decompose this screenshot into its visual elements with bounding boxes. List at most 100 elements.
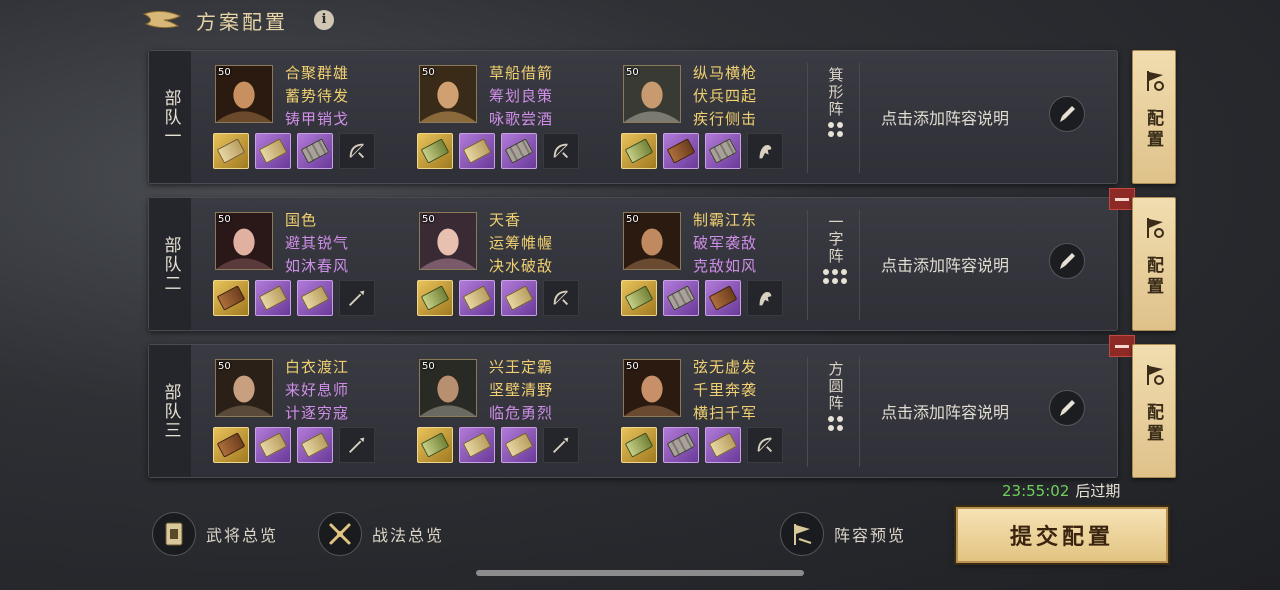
skill-name[interactable]: 弦无虚发: [693, 356, 757, 379]
tactic-book-slot[interactable]: [459, 280, 495, 316]
skill-name[interactable]: 千里奔袭: [693, 379, 757, 402]
config-label: 配置: [1143, 403, 1163, 445]
info-icon[interactable]: i: [314, 10, 334, 30]
squad-config-button[interactable]: 配置: [1132, 197, 1176, 331]
formation-dot: [823, 278, 829, 284]
edit-description-button[interactable]: [1049, 243, 1085, 279]
tactic-book-slot[interactable]: [459, 133, 495, 169]
tactic-book-slot[interactable]: [459, 427, 495, 463]
tactic-book-slot[interactable]: [255, 280, 291, 316]
skill-name[interactable]: 伏兵四起: [693, 85, 757, 108]
troop-type-slot[interactable]: [747, 427, 783, 463]
edit-description-button[interactable]: [1049, 96, 1085, 132]
scroll-icon: [258, 138, 288, 164]
skill-name[interactable]: 坚壁清野: [489, 379, 553, 402]
tactic-book-slot[interactable]: [621, 133, 657, 169]
tactics-overview-label: 战法总览: [372, 526, 445, 545]
flag-icon: [780, 512, 824, 556]
skill-name[interactable]: 避其锐气: [285, 232, 349, 255]
general-portrait[interactable]: 50: [419, 65, 477, 123]
tactic-book-slot[interactable]: [501, 280, 537, 316]
skill-name[interactable]: 兴王定霸: [489, 356, 553, 379]
skill-name[interactable]: 国色: [285, 209, 349, 232]
skill-name[interactable]: 来好息师: [285, 379, 349, 402]
tactic-book-slot[interactable]: [663, 133, 699, 169]
general-portrait[interactable]: 50: [215, 359, 273, 417]
troop-type-slot[interactable]: [747, 133, 783, 169]
tactic-book-slot[interactable]: [705, 280, 741, 316]
skill-name[interactable]: 制霸江东: [693, 209, 757, 232]
squad-config-button[interactable]: 配置: [1132, 344, 1176, 478]
tactic-book-slot[interactable]: [705, 427, 741, 463]
divider: [859, 63, 860, 173]
tactic-book-slot[interactable]: [213, 133, 249, 169]
equipment-row: [213, 280, 375, 316]
divider: [859, 210, 860, 320]
bow-icon: [757, 437, 773, 453]
tactic-book-slot[interactable]: [297, 427, 333, 463]
skill-name[interactable]: 运筹帷幄: [489, 232, 553, 255]
general-portrait[interactable]: 50: [623, 212, 681, 270]
tactic-book-slot[interactable]: [213, 427, 249, 463]
general-portrait[interactable]: 50: [215, 212, 273, 270]
skill-name[interactable]: 铸甲销戈: [285, 108, 349, 131]
general-portrait[interactable]: 50: [623, 359, 681, 417]
tactic-book-slot[interactable]: [501, 133, 537, 169]
tactic-book-slot[interactable]: [663, 280, 699, 316]
formation-dots-icon: [815, 269, 855, 284]
tactic-book-slot[interactable]: [663, 427, 699, 463]
tactic-book-slot[interactable]: [213, 280, 249, 316]
general-portrait[interactable]: 50: [215, 65, 273, 123]
skill-name[interactable]: 白衣渡江: [285, 356, 349, 379]
tactic-book-slot[interactable]: [621, 427, 657, 463]
skill-name[interactable]: 克敌如风: [693, 255, 757, 278]
edit-description-button[interactable]: [1049, 390, 1085, 426]
skill-name[interactable]: 计逐穷寇: [285, 402, 349, 425]
tactic-book-slot[interactable]: [417, 427, 453, 463]
lineup-preview-button[interactable]: 阵容预览: [780, 512, 906, 556]
lineup-description[interactable]: 点击添加阵容说明: [881, 252, 1009, 276]
skill-name[interactable]: 横扫千军: [693, 402, 757, 425]
tactic-book-slot[interactable]: [255, 427, 291, 463]
general-portrait[interactable]: 50: [623, 65, 681, 123]
lineup-description[interactable]: 点击添加阵容说明: [881, 399, 1009, 423]
formation-selector[interactable]: 方圆阵: [815, 361, 855, 431]
formation-selector[interactable]: 箕形阵: [815, 67, 855, 137]
general-portrait[interactable]: 50: [419, 212, 477, 270]
skill-name[interactable]: 临危勇烈: [489, 402, 553, 425]
skill-name[interactable]: 蓄势待发: [285, 85, 349, 108]
back-icon[interactable]: [142, 8, 186, 30]
page-title: 方案配置: [196, 10, 288, 34]
skill-name[interactable]: 决水破敌: [489, 255, 553, 278]
skill-name[interactable]: 咏歌尝酒: [489, 108, 553, 131]
submit-config-button[interactable]: 提交配置: [956, 507, 1168, 563]
tactic-book-slot[interactable]: [417, 280, 453, 316]
squad-config-button[interactable]: 配置: [1132, 50, 1176, 184]
skill-name[interactable]: 筹划良策: [489, 85, 553, 108]
skill-name[interactable]: 草船借箭: [489, 62, 553, 85]
lineup-preview-label: 阵容预览: [834, 526, 907, 545]
skill-name[interactable]: 疾行侧击: [693, 108, 757, 131]
general-portrait[interactable]: 50: [419, 359, 477, 417]
troop-type-slot[interactable]: [747, 280, 783, 316]
scroll-icon: [462, 138, 492, 164]
tactic-book-slot[interactable]: [297, 280, 333, 316]
skill-name[interactable]: 破军袭敌: [693, 232, 757, 255]
generals-overview-button[interactable]: 武将总览: [152, 512, 278, 556]
formation-selector[interactable]: 一字阵: [815, 214, 855, 284]
skill-name[interactable]: 纵马横枪: [693, 62, 757, 85]
tactic-book-slot[interactable]: [621, 280, 657, 316]
skill-name[interactable]: 合聚群雄: [285, 62, 349, 85]
skill-name[interactable]: 如沐春风: [285, 255, 349, 278]
skill-name[interactable]: 天香: [489, 209, 553, 232]
crossed-swords-icon: [318, 512, 362, 556]
lineup-description[interactable]: 点击添加阵容说明: [881, 105, 1009, 129]
tactic-book-slot[interactable]: [501, 427, 537, 463]
tactic-book-slot[interactable]: [255, 133, 291, 169]
home-indicator[interactable]: [476, 570, 804, 576]
tactics-overview-button[interactable]: 战法总览: [318, 512, 444, 556]
tactic-book-slot[interactable]: [705, 133, 741, 169]
tactic-book-slot[interactable]: [417, 133, 453, 169]
expire-timer: 23:55:02 后过期: [1002, 480, 1120, 501]
tactic-book-slot[interactable]: [297, 133, 333, 169]
